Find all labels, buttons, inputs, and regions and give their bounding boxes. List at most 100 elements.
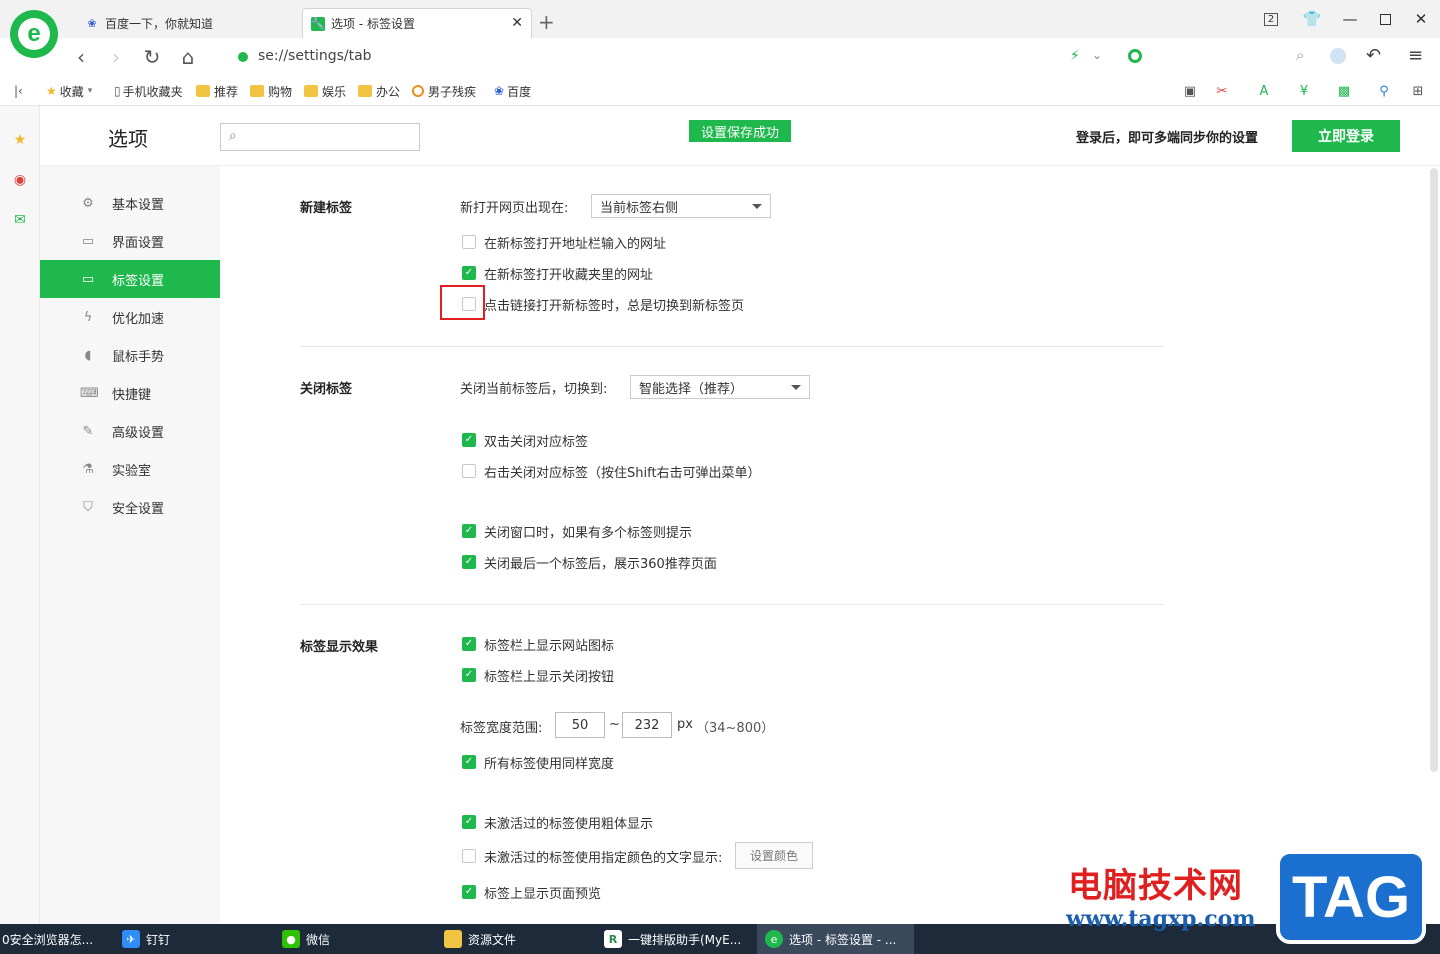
close-tab-icon[interactable]: ✕ xyxy=(511,15,523,31)
taskbar-item-folder[interactable]: 资源文件 xyxy=(444,924,516,954)
watermark-url: www.tagxp.com xyxy=(1066,906,1256,932)
shirt-skin-icon[interactable]: 👕 xyxy=(1300,8,1324,30)
checkbox-row[interactable]: ✓关闭窗口时，如果有多个标签则提示 xyxy=(462,521,692,541)
checkbox-checked[interactable]: ✓ xyxy=(462,555,476,569)
open-position-select[interactable]: 当前标签右侧 xyxy=(591,194,771,218)
checkbox-checked[interactable]: ✓ xyxy=(462,885,476,899)
checkbox-checked[interactable]: ✓ xyxy=(462,755,476,769)
bookmark-folder-office[interactable]: 办公 xyxy=(358,82,400,100)
checkbox-row[interactable]: 在新标签打开地址栏输入的网址 xyxy=(462,232,666,252)
dropdown-arrow-icon xyxy=(752,204,762,209)
checkbox-row[interactable]: 右击关闭对应标签（按住Shift右击可弹出菜单） xyxy=(462,461,761,481)
checkbox-row[interactable]: 点击链接打开新标签时，总是切换到新标签页 xyxy=(462,294,744,314)
bookmark-baidu[interactable]: ❀百度 xyxy=(494,82,531,100)
minimize-button[interactable]: — xyxy=(1338,8,1362,30)
wrench-icon: ✎ xyxy=(80,424,96,439)
bookmark-favorites[interactable]: ★收藏▾ xyxy=(46,82,92,100)
extensions-grid-icon[interactable]: ⊞ xyxy=(1408,81,1428,101)
width-separator: ~ xyxy=(609,717,620,732)
sidebar-item-ui[interactable]: ▭界面设置 xyxy=(40,222,220,260)
checkbox-row[interactable]: ✓标签栏上显示关闭按钮 xyxy=(462,665,614,685)
forward-arrow-icon[interactable]: › xyxy=(103,44,129,70)
checkbox-checked[interactable]: ✓ xyxy=(462,668,476,682)
sidebar-item-advanced[interactable]: ✎高级设置 xyxy=(40,412,220,450)
switch-select[interactable]: 智能选择（推荐） xyxy=(630,375,810,399)
checkbox-row[interactable]: 未激活过的标签使用指定颜色的文字显示: xyxy=(462,846,722,866)
ie-mode-icon[interactable] xyxy=(1330,48,1346,64)
checkbox-checked[interactable]: ✓ xyxy=(462,266,476,280)
address-input[interactable]: se://settings/tab xyxy=(258,48,372,64)
bookmark-folder-recommend[interactable]: 推荐 xyxy=(196,82,238,100)
close-window-button[interactable]: ✕ xyxy=(1409,8,1433,30)
taskbar-item-editor[interactable]: R一键排版助手(MyE... xyxy=(604,924,741,954)
sidebar-item-security[interactable]: ⛉安全设置 xyxy=(40,488,220,526)
settings-search-input[interactable]: ⌕ xyxy=(220,123,420,151)
taskbar-item-browser-settings[interactable]: e选项 - 标签设置 - ... xyxy=(757,924,914,954)
sidebar-item-speed[interactable]: ϟ优化加速 xyxy=(40,298,220,336)
bookmark-folder-entertainment[interactable]: 娱乐 xyxy=(304,82,346,100)
watermark-text: 电脑技术网 xyxy=(1068,858,1243,907)
bookmark-mobile[interactable]: ▯手机收藏夹 xyxy=(114,82,183,100)
phone-icon: ▯ xyxy=(114,84,121,98)
lightning-icon[interactable]: ⚡ xyxy=(1070,48,1080,64)
translate-icon[interactable]: A xyxy=(1254,81,1274,101)
game-icon[interactable]: ▩ xyxy=(1334,81,1354,101)
shopping-icon[interactable]: ¥ xyxy=(1294,81,1314,101)
taskbar-item-wechat[interactable]: ●微信 xyxy=(282,924,330,954)
menu-icon[interactable]: ≡ xyxy=(1408,45,1423,66)
bookmark-site[interactable]: 男子残疾 xyxy=(412,82,476,100)
tab-icon: ▭ xyxy=(80,272,96,287)
folder-icon xyxy=(196,85,210,97)
reader-icon[interactable]: ▣ xyxy=(1180,81,1200,101)
checkbox-row[interactable]: ✓标签上显示页面预览 xyxy=(462,882,601,902)
width-min-input[interactable]: 50 xyxy=(555,712,605,738)
sidebar-toggle-icon[interactable]: |‹ xyxy=(14,82,23,100)
checkbox[interactable] xyxy=(462,464,476,478)
new-tab-button[interactable]: + xyxy=(538,10,555,34)
search-engine-icon[interactable] xyxy=(1128,49,1142,63)
sidebar-item-basic[interactable]: ⚙基本设置 xyxy=(40,184,220,222)
checkbox-checked[interactable]: ✓ xyxy=(462,433,476,447)
favorites-star-icon[interactable]: ★ xyxy=(10,130,30,150)
refresh-icon[interactable]: ↻ xyxy=(139,44,165,70)
checkbox-row[interactable]: ✓未激活过的标签使用粗体显示 xyxy=(462,812,653,832)
tab-count-button[interactable]: 2 xyxy=(1259,8,1283,30)
set-color-button[interactable]: 设置颜色 xyxy=(735,842,813,869)
chevron-down-icon[interactable]: ⌄ xyxy=(1092,48,1102,62)
weibo-icon[interactable]: ◉ xyxy=(10,170,30,190)
undo-icon[interactable]: ↶ xyxy=(1366,45,1381,66)
checkbox-row[interactable]: ✓双击关闭对应标签 xyxy=(462,430,588,450)
sidebar-item-mouse[interactable]: ◖鼠标手势 xyxy=(40,336,220,374)
tab-baidu[interactable]: ❀ 百度一下，你就知道 xyxy=(76,8,300,38)
checkbox-checked[interactable]: ✓ xyxy=(462,815,476,829)
checkbox[interactable] xyxy=(462,849,476,863)
checkbox-row[interactable]: ✓关闭最后一个标签后，展示360推荐页面 xyxy=(462,552,717,572)
sidebar-item-lab[interactable]: ⚗实验室 xyxy=(40,450,220,488)
browser-icon: e xyxy=(765,930,783,948)
scrollbar-thumb[interactable] xyxy=(1430,168,1438,772)
back-arrow-icon[interactable]: ‹ xyxy=(68,44,94,70)
sidebar-item-shortcuts[interactable]: ⌨快捷键 xyxy=(40,374,220,412)
keyboard-icon: ⌨ xyxy=(80,386,96,401)
magnifier-icon[interactable]: ⚲ xyxy=(1374,81,1394,101)
browser-logo-icon[interactable]: e xyxy=(10,10,58,58)
checkbox-row[interactable]: ✓所有标签使用同样宽度 xyxy=(462,752,614,772)
login-button[interactable]: 立即登录 xyxy=(1292,120,1400,152)
sidebar-item-tabs[interactable]: ▭标签设置 xyxy=(40,260,220,298)
home-icon[interactable]: ⌂ xyxy=(175,44,201,70)
tab-settings[interactable]: 🔧 选项 - 标签设置 ✕ xyxy=(302,8,532,38)
checkbox-checked[interactable]: ✓ xyxy=(462,524,476,538)
screenshot-scissors-icon[interactable]: ✂ xyxy=(1212,81,1232,101)
bookmark-folder-shopping[interactable]: 购物 xyxy=(250,82,292,100)
search-icon: ⌕ xyxy=(229,128,237,144)
maximize-button[interactable] xyxy=(1373,8,1397,30)
width-max-input[interactable]: 232 xyxy=(622,712,672,738)
taskbar-item-browser-article[interactable]: 0安全浏览器怎... xyxy=(2,924,93,954)
checkbox-row[interactable]: ✓在新标签打开收藏夹里的网址 xyxy=(462,263,653,283)
checkbox-row[interactable]: ✓标签栏上显示网站图标 xyxy=(462,634,614,654)
checkbox-checked[interactable]: ✓ xyxy=(462,637,476,651)
checkbox[interactable] xyxy=(462,235,476,249)
taskbar-item-dingtalk[interactable]: ✈钉钉 xyxy=(122,924,170,954)
mail-icon[interactable]: ✉ xyxy=(10,210,30,230)
search-icon[interactable]: ⌕ xyxy=(1296,46,1304,64)
